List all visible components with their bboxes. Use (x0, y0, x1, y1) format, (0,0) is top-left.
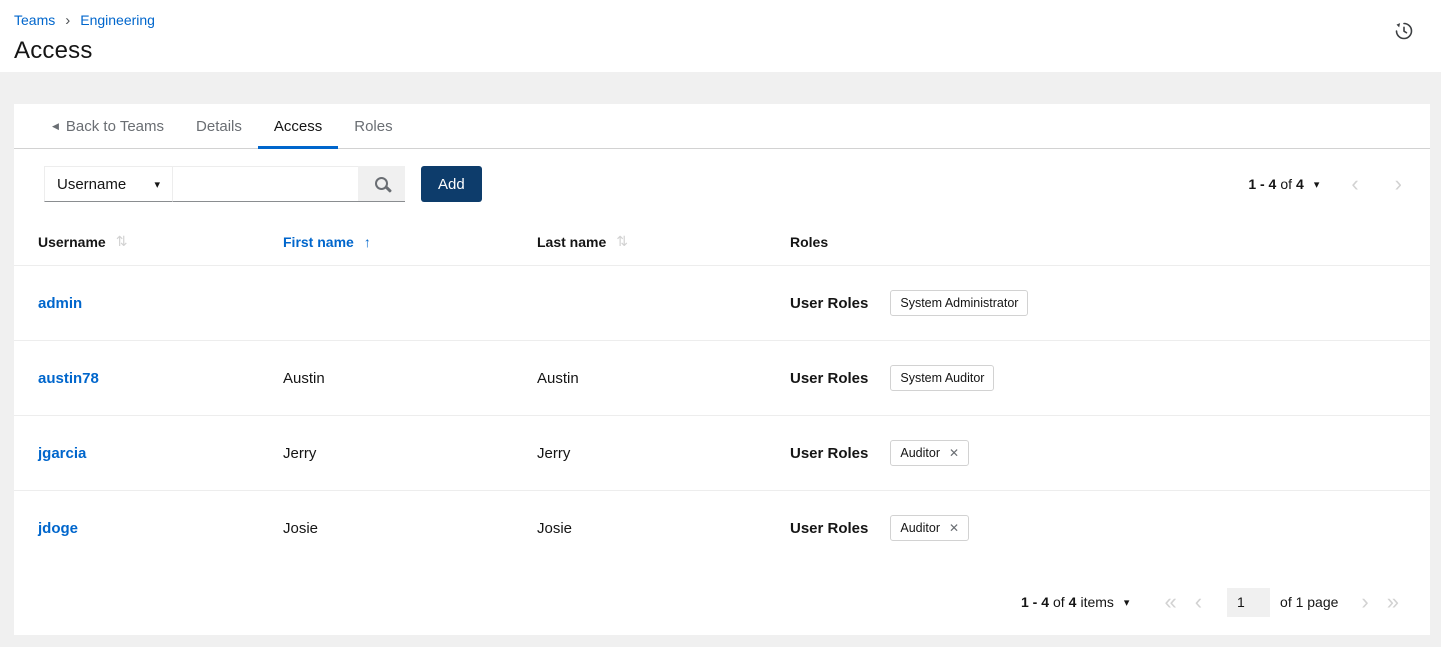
tab-bar: ◀ Back to Teams Details Access Roles (14, 104, 1430, 149)
role-chip-label: Auditor (900, 521, 940, 535)
roles-cell: User Roles System Administrator (790, 290, 1430, 316)
chevron-down-icon: ▾ (1314, 178, 1320, 191)
search-input[interactable] (173, 166, 358, 202)
user-roles-label: User Roles (790, 370, 868, 387)
filter-key-value: Username (57, 176, 126, 193)
search-button[interactable] (358, 166, 405, 202)
prev-page-button[interactable]: ‹ (1186, 591, 1211, 613)
bottom-pagination-nav: « ‹ of 1 page › » (1155, 588, 1408, 617)
table-row: admin User Roles System Administrator (14, 265, 1430, 340)
column-header-roles: Roles (790, 234, 1430, 250)
bottom-pagination-items: items (1080, 594, 1113, 610)
first-name-cell: Josie (283, 520, 537, 537)
breadcrumb: Teams › Engineering (14, 10, 1417, 28)
last-name-cell: Jerry (537, 445, 790, 462)
breadcrumb-teams[interactable]: Teams (14, 12, 55, 28)
top-pagination-of: of (1280, 176, 1292, 192)
roles-cell: User Roles Auditor ✕ (790, 440, 1430, 466)
column-label: First name (283, 234, 354, 250)
sort-asc-icon[interactable]: ↑ (364, 234, 371, 250)
sort-icon[interactable]: ⇅ (616, 233, 628, 250)
roles-cell: User Roles Auditor ✕ (790, 515, 1430, 541)
tab-roles-label: Roles (354, 118, 392, 135)
tab-details-label: Details (196, 118, 242, 135)
tab-access[interactable]: Access (258, 104, 338, 148)
first-name-cell: Jerry (283, 445, 537, 462)
filter-key-dropdown[interactable]: Username ▾ (44, 166, 173, 202)
last-page-button[interactable]: » (1378, 591, 1408, 613)
toolbar: Username ▾ Add 1 - 4 of 4 ▾ ‹ › (14, 149, 1430, 218)
caret-left-icon: ◀ (52, 121, 59, 132)
role-chip: Auditor ✕ (890, 440, 969, 466)
first-page-button[interactable]: « (1155, 591, 1185, 613)
chevron-down-icon: ▾ (154, 178, 160, 191)
user-roles-label: User Roles (790, 445, 868, 462)
column-label: Roles (790, 234, 828, 250)
top-pagination-total: 4 (1296, 176, 1304, 192)
username-link[interactable]: jgarcia (38, 445, 283, 462)
column-header-username[interactable]: Username ⇅ (38, 233, 283, 250)
username-link[interactable]: admin (38, 295, 283, 312)
username-link[interactable]: austin78 (38, 370, 283, 387)
content-card: ◀ Back to Teams Details Access Roles Use… (14, 104, 1430, 635)
username-link[interactable]: jdoge (38, 520, 283, 537)
table-row: austin78 Austin Austin User Roles System… (14, 340, 1430, 415)
search-icon (375, 177, 388, 190)
tab-roles[interactable]: Roles (338, 104, 408, 148)
top-pagination-range: 1 - 4 (1248, 176, 1276, 192)
role-chip: Auditor ✕ (890, 515, 969, 541)
bottom-pagination-range: 1 - 4 (1021, 594, 1049, 610)
tab-access-label: Access (274, 118, 322, 135)
table-row: jdoge Josie Josie User Roles Auditor ✕ (14, 490, 1430, 565)
role-chip: System Auditor (890, 365, 994, 391)
chip-remove-icon[interactable]: ✕ (949, 522, 959, 534)
role-chip: System Administrator (890, 290, 1028, 316)
role-chip-label: System Administrator (900, 296, 1018, 310)
sort-icon[interactable]: ⇅ (116, 233, 128, 250)
chip-remove-icon[interactable]: ✕ (949, 447, 959, 459)
bottom-pagination-summary[interactable]: 1 - 4 of 4 items ▾ (1021, 594, 1129, 610)
column-header-first-name[interactable]: First name ↑ (283, 234, 537, 250)
user-roles-label: User Roles (790, 295, 868, 312)
bottom-pagination-total: 4 (1069, 594, 1077, 610)
last-name-cell: Josie (537, 520, 790, 537)
prev-page-button[interactable]: ‹ (1345, 173, 1364, 195)
role-chip-label: Auditor (900, 446, 940, 460)
current-page-input[interactable] (1227, 588, 1270, 617)
column-label: Username (38, 234, 106, 250)
first-name-cell: Austin (283, 370, 537, 387)
tab-back-to-teams[interactable]: ◀ Back to Teams (36, 104, 180, 148)
top-pagination-summary[interactable]: 1 - 4 of 4 ▾ (1248, 176, 1319, 192)
next-page-button[interactable]: › (1389, 173, 1408, 195)
top-pagination: 1 - 4 of 4 ▾ ‹ › (1248, 173, 1408, 195)
column-label: Last name (537, 234, 606, 250)
table-row: jgarcia Jerry Jerry User Roles Auditor ✕ (14, 415, 1430, 490)
page-title: Access (14, 37, 1417, 65)
last-name-cell: Austin (537, 370, 790, 387)
bottom-pagination-of: of (1053, 594, 1065, 610)
user-roles-label: User Roles (790, 520, 868, 537)
roles-cell: User Roles System Auditor (790, 365, 1430, 391)
next-page-button[interactable]: › (1352, 591, 1377, 613)
column-header-last-name[interactable]: Last name ⇅ (537, 233, 790, 250)
tab-details[interactable]: Details (180, 104, 258, 148)
role-chip-label: System Auditor (900, 371, 984, 385)
table-header: Username ⇅ First name ↑ Last name ⇅ Role… (14, 218, 1430, 265)
page-count-label: of 1 page (1280, 594, 1338, 610)
history-icon[interactable] (1394, 21, 1414, 44)
chevron-right-icon: › (65, 13, 70, 28)
chevron-down-icon: ▾ (1124, 596, 1130, 609)
tab-back-label: Back to Teams (66, 118, 164, 135)
add-button[interactable]: Add (421, 166, 482, 202)
breadcrumb-engineering[interactable]: Engineering (80, 12, 155, 28)
bottom-pagination: 1 - 4 of 4 items ▾ « ‹ of 1 page › » (14, 569, 1430, 635)
page-header: Teams › Engineering Access (0, 0, 1441, 72)
